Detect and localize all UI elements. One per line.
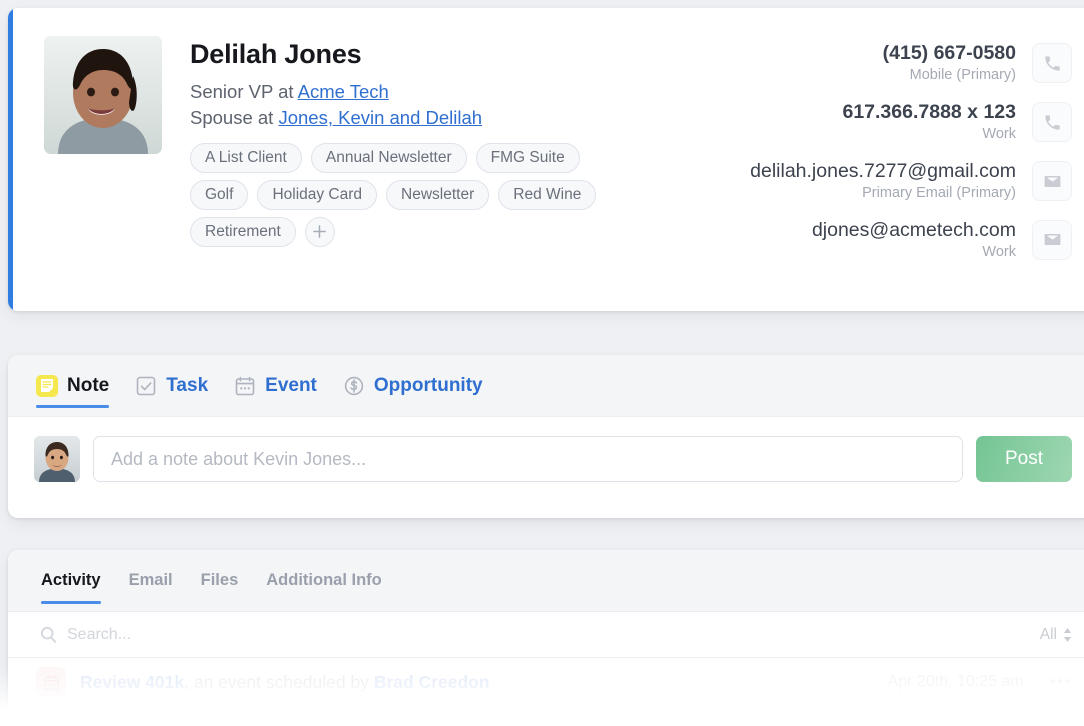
tag-chip[interactable]: FMG Suite (475, 142, 580, 173)
tab-event[interactable]: Event (234, 355, 317, 417)
composer-tab-bar: Note Task Event Opportunity (8, 355, 1084, 417)
contact-method-label: Mobile (Primary) (909, 67, 1016, 83)
add-tag-button[interactable] (304, 216, 335, 247)
contact-method-value: djones@acmetech.com (811, 218, 1016, 241)
contact-method-row: delilah.jones.7277@gmail.com Primary Ema… (750, 160, 1072, 203)
contact-method-row: 617.366.7888 x 123 Work (750, 101, 1072, 144)
activity-filter-label: All (1039, 625, 1057, 643)
tag-chip[interactable]: Golf (190, 179, 249, 210)
email-work-button[interactable] (1032, 219, 1072, 260)
dollar-circle-icon (343, 375, 365, 397)
activity-item-text: Review 401k, an event scheduled by Brad … (80, 672, 874, 693)
tag-list: A List Client Annual Newsletter FMG Suit… (190, 142, 610, 247)
activity-list-item[interactable]: Review 401k, an event scheduled by Brad … (8, 658, 1084, 697)
contact-method-label: Work (982, 125, 1016, 142)
contact-method-value: delilah.jones.7277@gmail.com (750, 159, 1016, 182)
tag-chip[interactable]: A List Client (190, 142, 302, 173)
activity-card: Activity Email Files Additional Info All (8, 550, 1084, 726)
household-link[interactable]: Jones, Kevin and Delilah (278, 107, 482, 128)
activity-search-bar: All (8, 612, 1084, 658)
activity-item-middle: , an event scheduled by (184, 671, 374, 692)
calendar-icon (36, 667, 66, 697)
note-icon (36, 374, 58, 397)
tab-task[interactable]: Task (135, 355, 208, 417)
calendar-icon (234, 375, 256, 397)
tag-chip[interactable]: Annual Newsletter (310, 142, 467, 173)
contact-method-row: (415) 667-0580 Mobile (Primary) (750, 42, 1072, 85)
company-link[interactable]: Acme Tech (298, 81, 389, 102)
envelope-icon (1044, 234, 1060, 246)
tag-chip[interactable]: Holiday Card (257, 179, 378, 210)
tab-activity[interactable]: Activity (41, 550, 101, 612)
contact-method-label: Work (982, 243, 1016, 260)
sort-arrows-icon (1063, 627, 1072, 642)
phone-icon (1044, 56, 1060, 71)
search-input[interactable] (67, 625, 1040, 644)
relation-prefix: Spouse at (190, 107, 279, 129)
tag-chip[interactable]: Newsletter (386, 179, 490, 210)
tag-chip[interactable]: Retirement (190, 216, 296, 247)
call-mobile-button[interactable] (1032, 43, 1072, 84)
phone-icon (1044, 115, 1060, 130)
contact-method-value: 617.366.7888 x 123 (842, 100, 1016, 123)
tab-files[interactable]: Files (201, 550, 239, 612)
search-icon (40, 626, 57, 643)
tab-note[interactable]: Note (36, 355, 110, 417)
role-prefix: Senior VP at (190, 81, 298, 103)
composer-body: Post (8, 417, 1084, 501)
tab-task-label: Task (166, 374, 209, 396)
card-accent-bar (8, 8, 13, 311)
tab-event-label: Event (265, 374, 317, 396)
tab-opportunity[interactable]: Opportunity (343, 355, 483, 417)
contact-avatar[interactable] (44, 36, 162, 154)
activity-item-actor[interactable]: Brad Creedon (374, 672, 490, 692)
contact-header-card: Delilah Jones Senior VP at Acme Tech Spo… (8, 8, 1084, 311)
plus-icon (313, 225, 327, 239)
page-title: Delilah Jones (190, 39, 362, 69)
contact-method-value: (415) 667-0580 (882, 42, 1016, 64)
activity-item-timestamp: Apr 20th, 10:25 am (887, 673, 1024, 690)
note-input[interactable] (93, 436, 963, 482)
post-button[interactable]: Post (976, 436, 1072, 482)
tab-email[interactable]: Email (129, 550, 173, 612)
contact-role-line: Senior VP at Acme Tech (190, 79, 750, 105)
checkbox-icon (135, 375, 157, 397)
tab-additional-info[interactable]: Additional Info (266, 550, 381, 612)
email-primary-button[interactable] (1032, 161, 1072, 202)
user-avatar[interactable] (34, 436, 80, 482)
contact-method-label: Primary Email (Primary) (862, 184, 1016, 201)
activity-tab-bar: Activity Email Files Additional Info (8, 550, 1084, 612)
contact-detail-page: Delilah Jones Senior VP at Acme Tech Spo… (0, 0, 1084, 726)
contact-identity: Delilah Jones Senior VP at Acme Tech Spo… (162, 36, 750, 261)
composer-card: Note Task Event Opportunity Add a note a… (8, 355, 1084, 518)
tag-chip[interactable]: Red Wine (498, 179, 597, 210)
contact-relation-line: Spouse at Jones, Kevin and Delilah (190, 105, 750, 131)
envelope-icon (1044, 175, 1060, 187)
activity-filter-dropdown[interactable]: All (1040, 626, 1072, 644)
activity-item-title[interactable]: Review 401k (80, 672, 184, 692)
tab-opportunity-label: Opportunity (373, 374, 483, 396)
contact-method-row: djones@acmetech.com Work (750, 219, 1072, 262)
tab-note-label: Note (67, 374, 110, 396)
contact-methods-list: (415) 667-0580 Mobile (Primary) 617.366.… (750, 36, 1072, 261)
activity-item-more-button[interactable]: ••• (1038, 672, 1072, 692)
call-work-button[interactable] (1032, 102, 1072, 143)
